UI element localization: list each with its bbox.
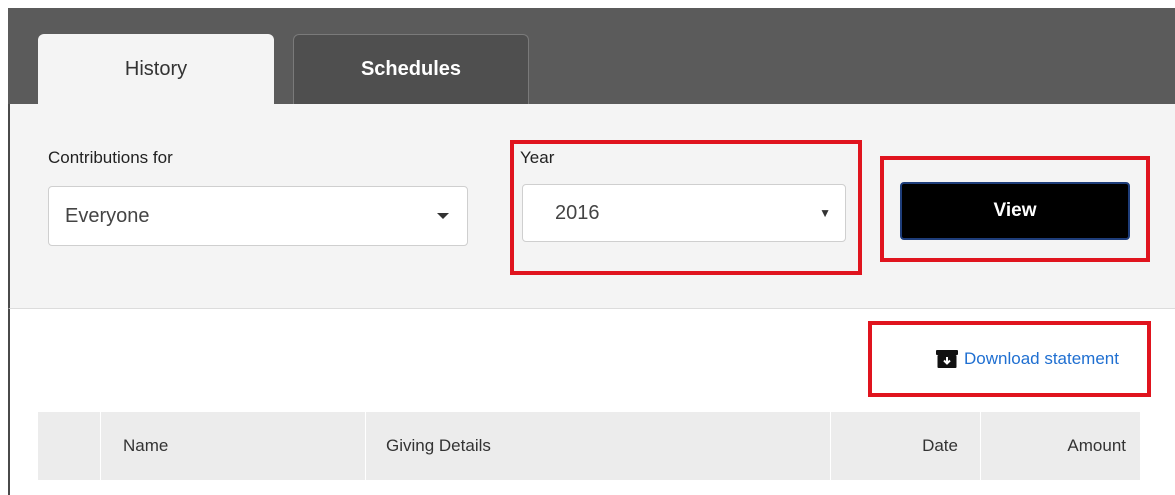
filter-panel: Contributions for Everyone Year 2016 ▼ V… <box>8 104 1175 309</box>
year-select[interactable]: 2016 ▼ <box>522 184 846 242</box>
view-button-label: View <box>993 200 1037 221</box>
download-statement-label: Download statement <box>964 349 1119 368</box>
archive-download-icon <box>936 350 958 368</box>
contributions-for-label: Contributions for <box>48 148 173 167</box>
tab-schedules-label: Schedules <box>360 58 462 80</box>
download-statement-link[interactable]: Download statement <box>936 349 1119 369</box>
column-header-amount: Amount <box>1067 436 1126 455</box>
chevron-down-icon <box>437 213 449 219</box>
tab-bar: History Schedules <box>8 8 1175 104</box>
year-value: 2016 <box>555 201 600 224</box>
contributions-page: History Schedules Contributions for Ever… <box>0 0 1175 495</box>
column-header-blank <box>38 412 101 480</box>
column-header-giving-details: Giving Details <box>366 412 831 480</box>
view-button[interactable]: View <box>900 182 1130 240</box>
contributions-table-header: Name Giving Details Date Amount <box>38 412 1140 480</box>
contributions-for-value: Everyone <box>65 204 150 227</box>
column-header-name: Name <box>101 412 366 480</box>
history-content: Download statement Name Giving Details D… <box>8 309 1175 495</box>
year-label: Year <box>520 148 555 167</box>
dropdown-triangle-icon: ▼ <box>819 206 831 220</box>
tab-history-label: History <box>124 57 188 80</box>
column-header-date: Date <box>831 412 981 480</box>
tab-history[interactable]: History <box>38 34 274 104</box>
contributions-for-select[interactable]: Everyone <box>48 186 468 246</box>
tab-schedules[interactable]: Schedules <box>293 34 529 104</box>
